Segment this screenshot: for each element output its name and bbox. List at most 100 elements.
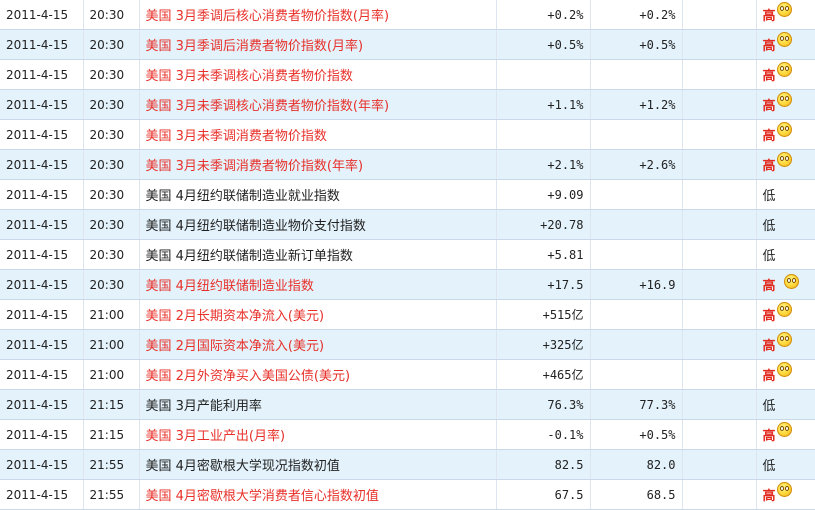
time-cell: 21:15 — [83, 389, 140, 420]
importance-wrap: 高 — [763, 120, 792, 149]
date-cell: 2011-4-15 — [0, 59, 84, 90]
actual-value-cell — [682, 119, 757, 150]
time-cell: 21:00 — [83, 329, 140, 360]
importance-label: 高 — [762, 309, 776, 324]
smiley-face-icon — [776, 122, 792, 137]
date-cell: 2011-4-15 — [0, 329, 84, 360]
importance-wrap: 低 — [763, 240, 776, 269]
event-cell: 美国 4月密歇根大学现况指数初值 — [139, 449, 497, 480]
time-cell: 20:30 — [83, 0, 140, 30]
table-row[interactable]: 2011-4-15 21:00 美国 2月外资净买入美国公债(美元) +465亿 高 — [0, 359, 815, 390]
table-row[interactable]: 2011-4-15 20:30 美国 3月未季调消费者物价指数 高 — [0, 119, 815, 150]
previous-value-cell: 67.5 — [496, 479, 591, 510]
date-cell: 2011-4-15 — [0, 29, 84, 60]
date-cell: 2011-4-15 — [0, 209, 84, 240]
date-cell: 2011-4-15 — [0, 149, 84, 180]
importance-label: 高 — [762, 339, 776, 354]
table-row[interactable]: 2011-4-15 20:30 美国 4月纽约联储制造业新订单指数 +5.81 低 — [0, 239, 815, 270]
importance-label: 高 — [762, 489, 776, 504]
event-cell: 美国 3月季调后核心消费者物价指数(月率) — [139, 0, 497, 30]
previous-value-cell: +465亿 — [496, 359, 591, 390]
forecast-value-cell: +16.9 — [590, 269, 683, 300]
time-cell: 20:30 — [83, 149, 140, 180]
forecast-value-cell — [590, 59, 683, 90]
forecast-value-cell: +2.6% — [590, 149, 683, 180]
previous-value-cell — [496, 59, 591, 90]
date-cell: 2011-4-15 — [0, 0, 84, 30]
time-cell: 21:00 — [83, 299, 140, 330]
time-cell: 20:30 — [83, 89, 140, 120]
importance-label: 高 — [762, 9, 776, 24]
actual-value-cell — [682, 419, 757, 450]
importance-cell: 高 — [756, 419, 815, 450]
time-cell: 20:30 — [83, 29, 140, 60]
forecast-value-cell: +0.5% — [590, 419, 683, 450]
previous-value-cell: +17.5 — [496, 269, 591, 300]
date-cell: 2011-4-15 — [0, 89, 84, 120]
importance-label: 高 — [762, 369, 776, 384]
table-row[interactable]: 2011-4-15 21:00 美国 2月国际资本净流入(美元) +325亿 高 — [0, 329, 815, 360]
actual-value-cell — [682, 89, 757, 120]
importance-wrap: 高 — [763, 30, 792, 59]
smiley-face-icon — [776, 302, 792, 317]
smiley-face-icon — [776, 62, 792, 77]
table-row[interactable]: 2011-4-15 21:15 美国 3月工业产出(月率) -0.1% +0.5% 高 — [0, 419, 815, 450]
importance-label: 高 — [762, 69, 776, 84]
importance-wrap: 高 — [763, 360, 792, 389]
importance-wrap: 低 — [763, 210, 776, 239]
table-row[interactable]: 2011-4-15 20:30 美国 4月纽约联储制造业指数 +17.5 +16.9 高 — [0, 269, 815, 300]
importance-label: 低 — [762, 399, 776, 414]
forecast-value-cell — [590, 299, 683, 330]
date-cell: 2011-4-15 — [0, 419, 84, 450]
importance-cell: 高 — [756, 359, 815, 390]
actual-value-cell — [682, 269, 757, 300]
importance-label: 高 — [762, 279, 776, 294]
date-cell: 2011-4-15 — [0, 449, 84, 480]
event-cell: 美国 4月纽约联储制造业就业指数 — [139, 179, 497, 210]
date-cell: 2011-4-15 — [0, 389, 84, 420]
importance-wrap: 高 — [763, 480, 792, 509]
table-row[interactable]: 2011-4-15 21:15 美国 3月产能利用率 76.3% 77.3% 低 — [0, 389, 815, 420]
table-row[interactable]: 2011-4-15 21:55 美国 4月密歇根大学现况指数初值 82.5 82.0 低 — [0, 449, 815, 480]
importance-wrap: 高 — [763, 150, 792, 179]
time-cell: 20:30 — [83, 119, 140, 150]
importance-cell: 高 — [756, 89, 815, 120]
smiley-face-icon — [776, 2, 792, 17]
event-cell: 美国 3月未季调消费者物价指数(年率) — [139, 149, 497, 180]
forecast-value-cell — [590, 329, 683, 360]
previous-value-cell: +0.2% — [496, 0, 591, 30]
table-row[interactable]: 2011-4-15 20:30 美国 3月未季调消费者物价指数(年率) +2.1% +2… — [0, 149, 815, 180]
table-row[interactable]: 2011-4-15 20:30 美国 4月纽约联储制造业物价支付指数 +20.78 低 — [0, 209, 815, 240]
event-cell: 美国 2月国际资本净流入(美元) — [139, 329, 497, 360]
actual-value-cell — [682, 389, 757, 420]
calendar-body: 2011-4-15 20:30 美国 3月季调后核心消费者物价指数(月率) +0.2%… — [0, 0, 815, 510]
forecast-value-cell: +0.5% — [590, 29, 683, 60]
table-row[interactable]: 2011-4-15 20:30 美国 4月纽约联储制造业就业指数 +9.09 低 — [0, 179, 815, 210]
time-cell: 20:30 — [83, 179, 140, 210]
importance-wrap: 高 — [763, 300, 792, 329]
table-row[interactable]: 2011-4-15 21:55 美国 4月密歇根大学消费者信心指数初值 67.5 68.… — [0, 479, 815, 510]
importance-cell: 低 — [756, 449, 815, 480]
previous-value-cell: +2.1% — [496, 149, 591, 180]
table-row[interactable]: 2011-4-15 20:30 美国 3月未季调核心消费者物价指数(年率) +1.1%… — [0, 89, 815, 120]
forecast-value-cell: 82.0 — [590, 449, 683, 480]
table-row[interactable]: 2011-4-15 20:30 美国 3月季调后核心消费者物价指数(月率) +0.2%… — [0, 0, 815, 30]
table-row[interactable]: 2011-4-15 20:30 美国 3月季调后消费者物价指数(月率) +0.5% +0… — [0, 29, 815, 60]
importance-label: 低 — [762, 459, 776, 474]
importance-label: 高 — [762, 99, 776, 114]
forecast-value-cell: 68.5 — [590, 479, 683, 510]
actual-value-cell — [682, 149, 757, 180]
smiley-face-icon — [776, 362, 792, 377]
event-cell: 美国 3月未季调核心消费者物价指数(年率) — [139, 89, 497, 120]
actual-value-cell — [682, 59, 757, 90]
actual-value-cell — [682, 29, 757, 60]
table-row[interactable]: 2011-4-15 21:00 美国 2月长期资本净流入(美元) +515亿 高 — [0, 299, 815, 330]
forecast-value-cell: +1.2% — [590, 89, 683, 120]
previous-value-cell — [496, 119, 591, 150]
actual-value-cell — [682, 179, 757, 210]
table-row[interactable]: 2011-4-15 20:30 美国 3月未季调核心消费者物价指数 高 — [0, 59, 815, 90]
event-cell: 美国 3月产能利用率 — [139, 389, 497, 420]
event-cell: 美国 4月纽约联储制造业物价支付指数 — [139, 209, 497, 240]
event-cell: 美国 3月未季调消费者物价指数 — [139, 119, 497, 150]
smiley-face-icon — [783, 274, 799, 289]
